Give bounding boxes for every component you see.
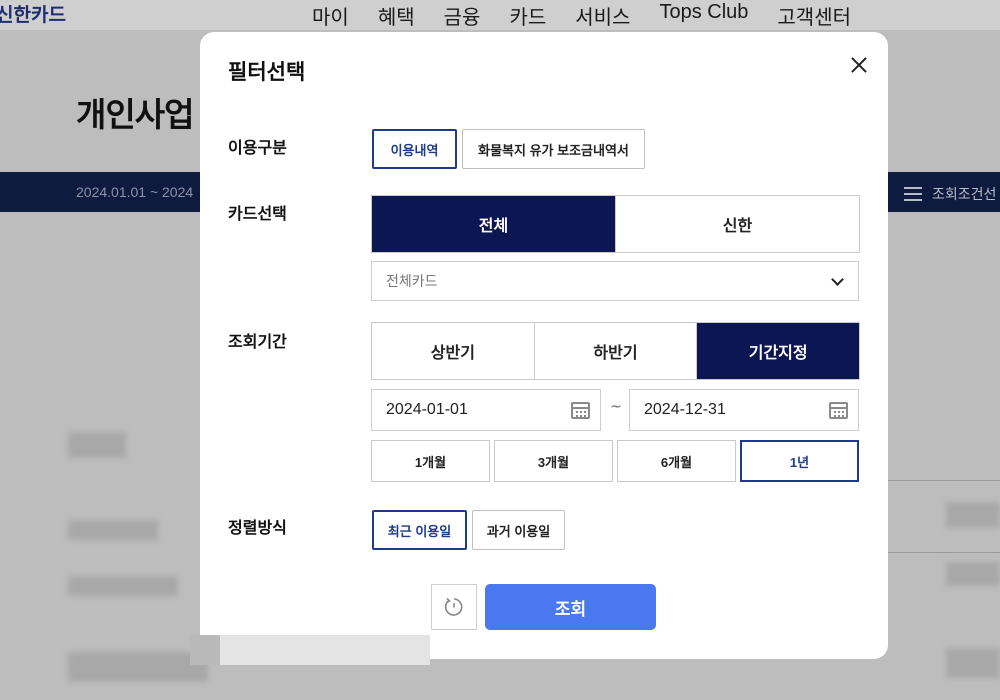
date-separator: ~: [610, 399, 622, 415]
end-date-value: 2024-12-31: [644, 401, 726, 418]
close-icon[interactable]: [846, 52, 872, 78]
filter-modal: 필터선택 이용구분 이용내역 화물복지 유가 보조금내역서 카드선택 전체 신한…: [200, 32, 888, 659]
card-select-label: 카드선택: [228, 206, 287, 223]
usage-type-option-history[interactable]: 이용내역: [372, 129, 457, 169]
end-date-field[interactable]: 2024-12-31: [629, 389, 859, 431]
card-select-tabs: 전체 신한: [371, 195, 860, 253]
nav-item-finance[interactable]: 금융: [444, 1, 481, 30]
modal-title: 필터선택: [228, 61, 306, 84]
start-date-value: 2024-01-01: [386, 401, 468, 418]
calendar-icon[interactable]: [829, 402, 848, 419]
quick-range-3-months[interactable]: 3개월: [494, 440, 613, 482]
blurred-content: [68, 576, 178, 596]
period-summary: 2024.01.01 ~ 2024: [76, 184, 194, 200]
quick-range-1-month[interactable]: 1개월: [371, 440, 490, 482]
usage-type-label: 이용구분: [228, 140, 287, 157]
main-nav: 마이 혜택 금융 카드 서비스 Tops Club 고객센터: [312, 1, 880, 30]
card-dropdown[interactable]: 전체카드: [371, 261, 859, 301]
search-button[interactable]: 조회: [485, 584, 656, 630]
usage-type-option-fuel-subsidy[interactable]: 화물복지 유가 보조금내역서: [462, 129, 645, 169]
nav-item-my[interactable]: 마이: [312, 1, 349, 30]
logo[interactable]: 신한카드: [0, 0, 66, 26]
quick-range-1-year[interactable]: 1년: [740, 440, 859, 482]
sort-option-past[interactable]: 과거 이용일: [472, 510, 565, 550]
refresh-icon: [444, 597, 463, 616]
period-tab-first-half[interactable]: 상반기: [372, 323, 535, 379]
nav-item-benefits[interactable]: 혜택: [378, 1, 415, 30]
reset-button[interactable]: [431, 584, 477, 630]
period-label: 조회기간: [228, 334, 287, 351]
period-tabs: 상반기 하반기 기간지정: [371, 322, 860, 380]
card-dropdown-value: 전체카드: [386, 273, 438, 289]
card-tab-all[interactable]: 전체: [372, 196, 616, 252]
period-tab-second-half[interactable]: 하반기: [535, 323, 698, 379]
filter-open-link[interactable]: 조회조건선: [904, 184, 996, 204]
pixelated-overlay: [220, 635, 430, 665]
quick-range-6-months[interactable]: 6개월: [617, 440, 736, 482]
nav-item-customer-center[interactable]: 고객센터: [777, 1, 851, 30]
blurred-content: [946, 502, 1000, 528]
filter-icon: [904, 187, 922, 201]
blurred-content: [68, 652, 208, 682]
sort-label: 정렬방식: [228, 520, 287, 537]
card-tab-shinhan[interactable]: 신한: [616, 196, 859, 252]
nav-item-card[interactable]: 카드: [509, 1, 546, 30]
divider: [888, 552, 1000, 553]
filter-open-label: 조회조건선: [932, 186, 997, 202]
sort-option-recent[interactable]: 최근 이용일: [372, 510, 467, 550]
nav-item-tops-club[interactable]: Tops Club: [659, 1, 748, 30]
period-tab-custom[interactable]: 기간지정: [697, 323, 860, 379]
pixelated-overlay: [190, 635, 220, 665]
start-date-field[interactable]: 2024-01-01: [371, 389, 601, 431]
page-title: 개인사업: [76, 96, 194, 133]
logo-text: 신한카드: [0, 4, 66, 26]
blurred-content: [68, 432, 126, 458]
calendar-icon[interactable]: [571, 402, 590, 419]
blurred-content: [946, 562, 1000, 586]
chevron-down-icon: [831, 273, 844, 286]
blurred-content: [68, 520, 158, 540]
blurred-content: [946, 648, 1000, 678]
nav-item-service[interactable]: 서비스: [575, 1, 630, 30]
divider: [888, 480, 1000, 481]
